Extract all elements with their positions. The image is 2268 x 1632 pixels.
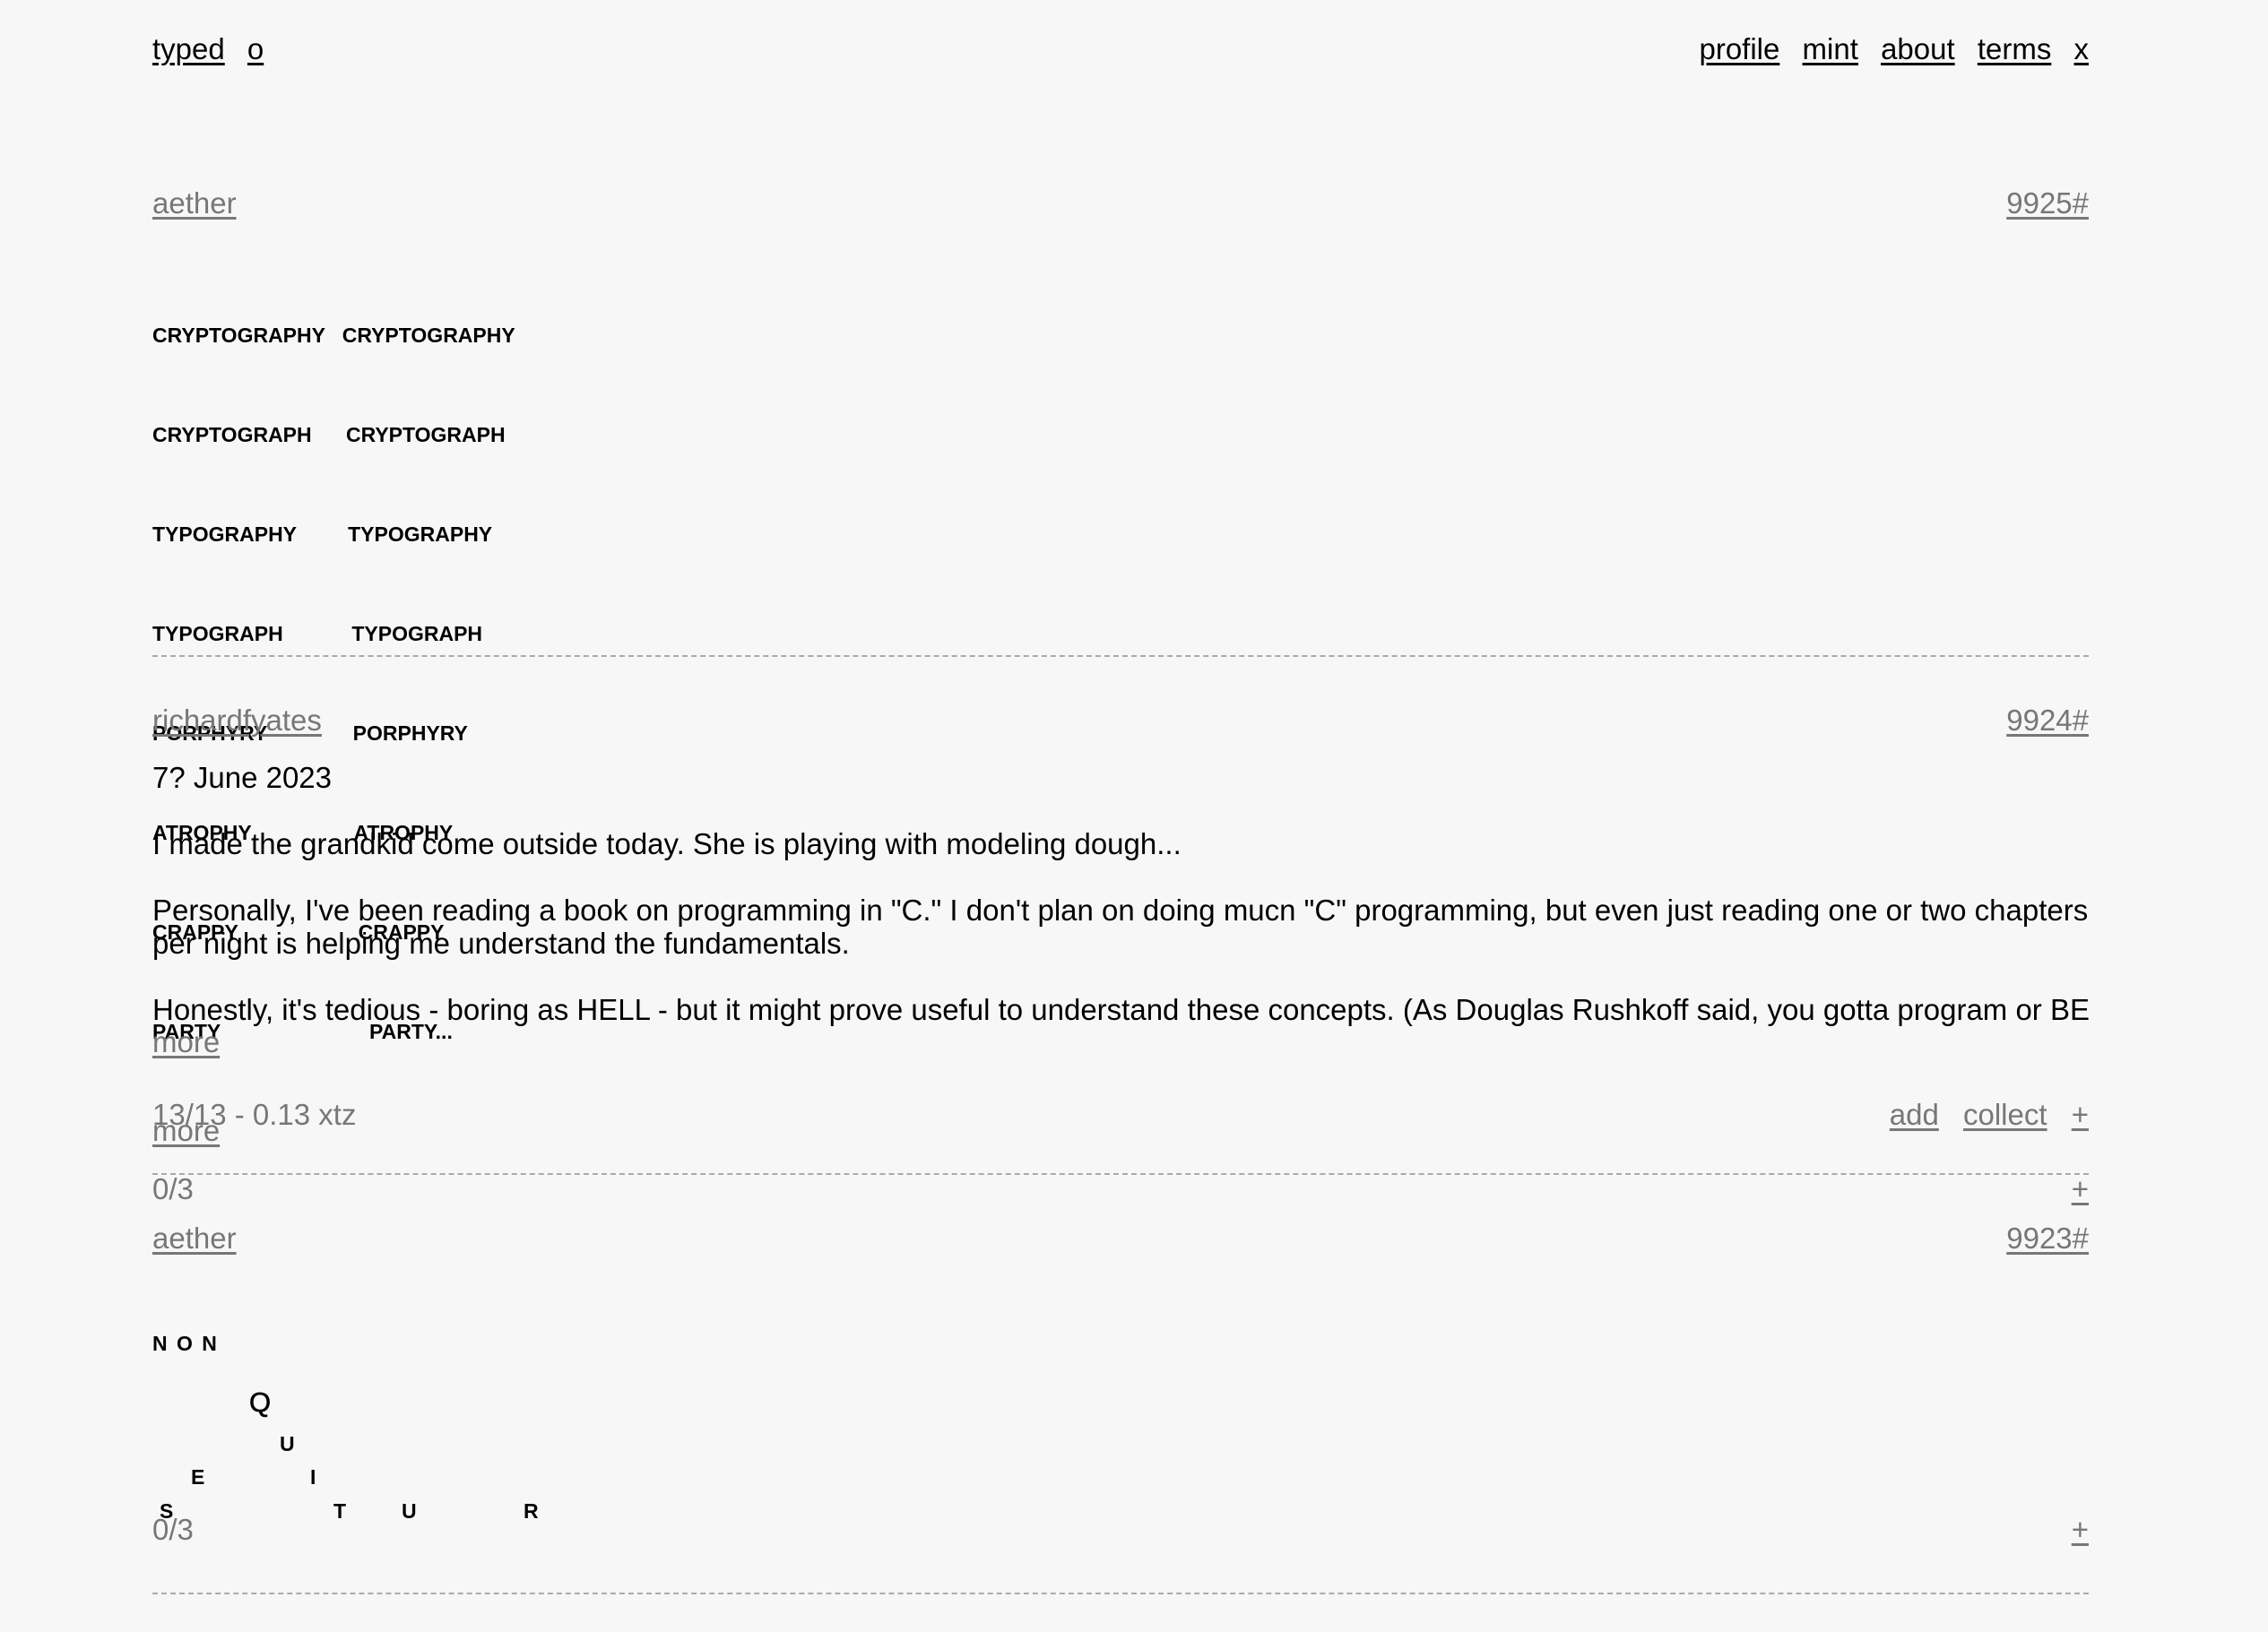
post-author-link[interactable]: richardfyates — [152, 700, 322, 741]
nav-link-typed[interactable]: typed — [152, 32, 225, 65]
more-link[interactable]: more — [152, 1026, 220, 1058]
post-footer: 0/3 + — [152, 1509, 2089, 1550]
post-header: aether 9925# — [152, 183, 2089, 224]
plus-icon[interactable]: + — [2072, 1098, 2089, 1131]
post-header: richardfyates 9924# — [152, 700, 2089, 741]
collect-button[interactable]: collect — [1963, 1098, 2047, 1131]
poem-line: CRYPTOGRAPHY CRYPTOGRAPHY — [152, 324, 515, 347]
post-divider — [152, 1593, 2089, 1594]
plus-icon[interactable]: + — [2072, 1513, 2089, 1546]
poem-letter: Q — [249, 1386, 272, 1418]
poem-line: TYPOGRAPHY TYPOGRAPHY — [152, 522, 493, 546]
poem-line: TYPOGRAPH TYPOGRAPH — [152, 622, 483, 645]
post-body: 7? June 2023 I made the grandkid come ou… — [152, 761, 2089, 1026]
nav-link-terms[interactable]: terms — [1978, 32, 2052, 65]
nav-link-x[interactable]: x — [2074, 32, 2090, 65]
post-scatter-poem: N O N Q U E I S T U R — [152, 1259, 2089, 1522]
nav-link-profile[interactable]: profile — [1699, 32, 1779, 65]
post-id-link[interactable]: 9924# — [2006, 700, 2089, 741]
top-nav: typed o profile mint about terms x — [152, 29, 2089, 70]
post-footer: 13/13 - 0.13 xtz add collect + — [152, 1094, 2089, 1135]
post: aether 9923# N O N Q U E I S T U R — [152, 1218, 2089, 1522]
post-divider — [152, 655, 2089, 657]
post-paragraph: Personally, I've been reading a book on … — [152, 894, 2089, 960]
poem-letter: N O N — [152, 1332, 219, 1355]
nav-link-about[interactable]: about — [1881, 32, 1955, 65]
post-stats: 13/13 - 0.13 xtz — [152, 1098, 357, 1131]
post-paragraph: Honestly, it's tedious - boring as HELL … — [152, 993, 2089, 1026]
post-actions: add collect + — [1874, 1094, 2089, 1135]
poem-letter: I — [310, 1465, 316, 1489]
post-paragraph: I made the grandkid come outside today. … — [152, 827, 1182, 860]
top-nav-right: profile mint about terms x — [1684, 29, 2089, 70]
poem-line: CRYPTOGRAPH CRYPTOGRAPH — [152, 423, 506, 446]
post: richardfyates 9924# 7? June 2023 I made … — [152, 700, 2089, 1135]
post-paragraph: 7? June 2023 — [152, 761, 333, 794]
post-stats: 0/3 — [152, 1513, 194, 1546]
post-id-link[interactable]: 9923# — [2006, 1218, 2089, 1259]
nav-link-mint[interactable]: mint — [1803, 32, 1858, 65]
post-divider — [152, 1173, 2089, 1175]
post-author-link[interactable]: aether — [152, 1218, 237, 1259]
top-nav-left: typed o — [152, 29, 278, 70]
add-button[interactable]: add — [1890, 1098, 1939, 1131]
post-footer-wrap: 0/3 + — [152, 1509, 2089, 1550]
plus-icon[interactable]: + — [2072, 1172, 2089, 1205]
post-author-link[interactable]: aether — [152, 183, 237, 224]
poem-letter: U — [280, 1432, 295, 1455]
post-actions: + — [2056, 1509, 2089, 1550]
poem-letter: E — [191, 1465, 205, 1489]
post-id-link[interactable]: 9925# — [2006, 183, 2089, 224]
nav-link-o[interactable]: o — [247, 32, 264, 65]
post-header: aether 9923# — [152, 1218, 2089, 1259]
